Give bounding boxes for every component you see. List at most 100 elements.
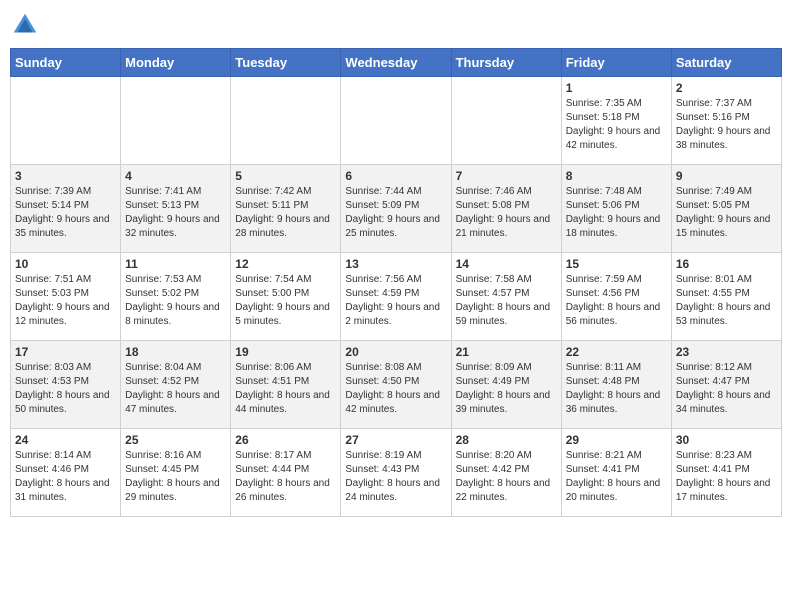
day-detail: Sunrise: 8:16 AM Sunset: 4:45 PM Dayligh… [125,449,226,505]
day-header-sunday: Sunday [11,49,121,77]
day-number: 13 [345,257,446,271]
calendar-cell: 30Sunrise: 8:23 AM Sunset: 4:41 PM Dayli… [671,429,781,517]
day-header-monday: Monday [121,49,231,77]
calendar-header: SundayMondayTuesdayWednesdayThursdayFrid… [11,49,782,77]
calendar-cell: 20 Sunrise: 8:08 AM Sunset: 4:50 PM Dayli… [341,341,451,429]
calendar-cell: 15Sunrise: 7:59 AM Sunset: 4:56 PM Dayli… [561,253,671,341]
week-row-5: 24 Sunrise: 8:14 AM Sunset: 4:46 PM Dayli… [11,429,782,517]
header-row: SundayMondayTuesdayWednesdayThursdayFrid… [11,49,782,77]
day-detail: Sunrise: 7:35 AM Sunset: 5:18 PM Dayligh… [566,97,667,153]
header [10,10,782,40]
calendar-cell [341,77,451,165]
day-number: 19 [235,345,336,359]
calendar-cell: 9 Sunrise: 7:49 AM Sunset: 5:05 PM Daylig… [671,165,781,253]
day-number: 7 [456,169,557,183]
calendar-cell: 29 Sunrise: 8:21 AM Sunset: 4:41 PM Dayli… [561,429,671,517]
day-number: 25 [125,433,226,447]
calendar-cell: 13 Sunrise: 7:56 AM Sunset: 4:59 PM Dayli… [341,253,451,341]
day-detail: Sunrise: 8:11 AM Sunset: 4:48 PM Dayligh… [566,361,667,417]
day-number: 16 [676,257,777,271]
day-number: 21 [456,345,557,359]
calendar-cell: 23 Sunrise: 8:12 AM Sunset: 4:47 PM Dayli… [671,341,781,429]
day-number: 2 [676,81,777,95]
day-detail: Sunrise: 7:49 AM Sunset: 5:05 PM Dayligh… [676,185,777,241]
calendar-cell: 14 Sunrise: 7:58 AM Sunset: 4:57 PM Dayli… [451,253,561,341]
day-detail: Sunrise: 7:44 AM Sunset: 5:09 PM Dayligh… [345,185,446,241]
day-detail: Sunrise: 7:39 AM Sunset: 5:14 PM Dayligh… [15,185,116,241]
logo [10,10,44,40]
calendar-cell: 3Sunrise: 7:39 AM Sunset: 5:14 PM Daylig… [11,165,121,253]
day-number: 4 [125,169,226,183]
day-number: 30 [676,433,777,447]
calendar-cell: 25 Sunrise: 8:16 AM Sunset: 4:45 PM Dayli… [121,429,231,517]
day-number: 28 [456,433,557,447]
day-number: 24 [15,433,116,447]
day-number: 20 [345,345,446,359]
day-number: 11 [125,257,226,271]
day-detail: Sunrise: 7:56 AM Sunset: 4:59 PM Dayligh… [345,273,446,329]
day-detail: Sunrise: 8:12 AM Sunset: 4:47 PM Dayligh… [676,361,777,417]
calendar-cell: 12 Sunrise: 7:54 AM Sunset: 5:00 PM Dayli… [231,253,341,341]
day-detail: Sunrise: 7:46 AM Sunset: 5:08 PM Dayligh… [456,185,557,241]
day-number: 29 [566,433,667,447]
day-detail: Sunrise: 7:53 AM Sunset: 5:02 PM Dayligh… [125,273,226,329]
calendar-cell: 26Sunrise: 8:17 AM Sunset: 4:44 PM Dayli… [231,429,341,517]
day-number: 9 [676,169,777,183]
calendar-cell [231,77,341,165]
day-detail: Sunrise: 8:08 AM Sunset: 4:50 PM Dayligh… [345,361,446,417]
day-number: 14 [456,257,557,271]
calendar-cell: 27Sunrise: 8:19 AM Sunset: 4:43 PM Dayli… [341,429,451,517]
calendar-cell: 28Sunrise: 8:20 AM Sunset: 4:42 PM Dayli… [451,429,561,517]
day-detail: Sunrise: 8:06 AM Sunset: 4:51 PM Dayligh… [235,361,336,417]
day-detail: Sunrise: 8:01 AM Sunset: 4:55 PM Dayligh… [676,273,777,329]
day-detail: Sunrise: 8:17 AM Sunset: 4:44 PM Dayligh… [235,449,336,505]
week-row-3: 10 Sunrise: 7:51 AM Sunset: 5:03 PM Dayli… [11,253,782,341]
day-detail: Sunrise: 7:37 AM Sunset: 5:16 PM Dayligh… [676,97,777,153]
calendar-cell: 10 Sunrise: 7:51 AM Sunset: 5:03 PM Dayli… [11,253,121,341]
day-detail: Sunrise: 7:51 AM Sunset: 5:03 PM Dayligh… [15,273,116,329]
day-detail: Sunrise: 7:48 AM Sunset: 5:06 PM Dayligh… [566,185,667,241]
calendar-cell: 7 Sunrise: 7:46 AM Sunset: 5:08 PM Daylig… [451,165,561,253]
day-detail: Sunrise: 8:14 AM Sunset: 4:46 PM Dayligh… [15,449,116,505]
logo-icon [10,10,40,40]
day-number: 1 [566,81,667,95]
day-header-friday: Friday [561,49,671,77]
day-number: 5 [235,169,336,183]
day-detail: Sunrise: 7:42 AM Sunset: 5:11 PM Dayligh… [235,185,336,241]
calendar-cell: 17 Sunrise: 8:03 AM Sunset: 4:53 PM Dayli… [11,341,121,429]
calendar-cell: 1 Sunrise: 7:35 AM Sunset: 5:18 PM Daylig… [561,77,671,165]
calendar-cell [121,77,231,165]
calendar-cell: 21Sunrise: 8:09 AM Sunset: 4:49 PM Dayli… [451,341,561,429]
day-number: 27 [345,433,446,447]
calendar-cell: 18Sunrise: 8:04 AM Sunset: 4:52 PM Dayli… [121,341,231,429]
calendar-cell: 22 Sunrise: 8:11 AM Sunset: 4:48 PM Dayli… [561,341,671,429]
day-number: 8 [566,169,667,183]
calendar-cell [11,77,121,165]
day-number: 18 [125,345,226,359]
calendar-cell: 5 Sunrise: 7:42 AM Sunset: 5:11 PM Daylig… [231,165,341,253]
day-detail: Sunrise: 7:54 AM Sunset: 5:00 PM Dayligh… [235,273,336,329]
calendar-cell: 6 Sunrise: 7:44 AM Sunset: 5:09 PM Daylig… [341,165,451,253]
day-header-saturday: Saturday [671,49,781,77]
calendar-body: 1 Sunrise: 7:35 AM Sunset: 5:18 PM Daylig… [11,77,782,517]
calendar-cell [451,77,561,165]
day-detail: Sunrise: 7:58 AM Sunset: 4:57 PM Dayligh… [456,273,557,329]
week-row-1: 1 Sunrise: 7:35 AM Sunset: 5:18 PM Daylig… [11,77,782,165]
calendar-cell: 16 Sunrise: 8:01 AM Sunset: 4:55 PM Dayli… [671,253,781,341]
calendar-table: SundayMondayTuesdayWednesdayThursdayFrid… [10,48,782,517]
calendar-cell: 8 Sunrise: 7:48 AM Sunset: 5:06 PM Daylig… [561,165,671,253]
day-number: 12 [235,257,336,271]
day-number: 10 [15,257,116,271]
day-header-wednesday: Wednesday [341,49,451,77]
calendar-cell: 24 Sunrise: 8:14 AM Sunset: 4:46 PM Dayli… [11,429,121,517]
day-number: 17 [15,345,116,359]
day-number: 23 [676,345,777,359]
calendar-cell: 4Sunrise: 7:41 AM Sunset: 5:13 PM Daylig… [121,165,231,253]
day-detail: Sunrise: 8:03 AM Sunset: 4:53 PM Dayligh… [15,361,116,417]
day-header-tuesday: Tuesday [231,49,341,77]
day-detail: Sunrise: 8:21 AM Sunset: 4:41 PM Dayligh… [566,449,667,505]
day-number: 6 [345,169,446,183]
day-number: 22 [566,345,667,359]
calendar-cell: 2 Sunrise: 7:37 AM Sunset: 5:16 PM Daylig… [671,77,781,165]
day-number: 15 [566,257,667,271]
